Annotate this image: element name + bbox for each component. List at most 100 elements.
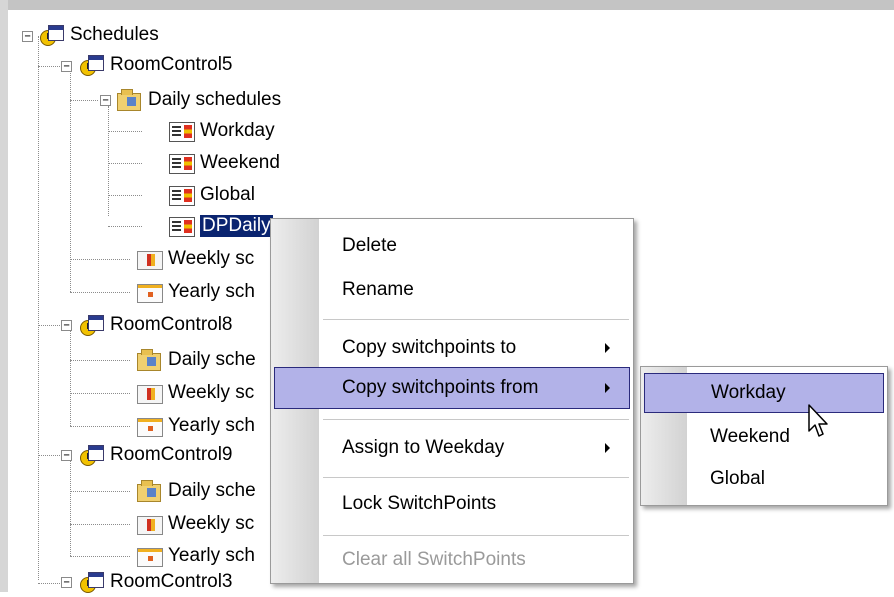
tree-item-roomcontrol3[interactable]: RoomControl3 bbox=[78, 567, 233, 597]
mouse-pointer-icon bbox=[808, 404, 828, 437]
tree-item-roomcontrol8[interactable]: RoomControl8 bbox=[78, 310, 233, 340]
menu-item-label: Copy switchpoints from bbox=[342, 377, 539, 398]
tree-line bbox=[70, 100, 71, 292]
menu-item-label: Clear all SwitchPoints bbox=[342, 549, 526, 570]
tree-line bbox=[108, 131, 142, 132]
menu-item-label: Delete bbox=[342, 235, 397, 256]
tree-line bbox=[108, 226, 142, 227]
menu-item-assign-to-weekday[interactable]: Assign to Weekday bbox=[274, 429, 630, 467]
tree-item-label: Daily sche bbox=[168, 349, 256, 370]
tree-item-weekly-schedules[interactable]: Weekly sc bbox=[136, 244, 254, 274]
schedule-clock-icon bbox=[78, 314, 104, 336]
window-top-border bbox=[0, 0, 894, 10]
tree-item-label: Weekly sc bbox=[168, 513, 255, 534]
schedule-clock-icon bbox=[78, 571, 104, 593]
tree-line bbox=[70, 292, 130, 293]
tree-item-schedules[interactable]: Schedules bbox=[38, 20, 159, 50]
menu-item-rename[interactable]: Rename bbox=[274, 271, 630, 309]
tree-item-label: RoomControl9 bbox=[110, 444, 233, 465]
tree-item-label: Daily schedules bbox=[148, 89, 282, 110]
daily-folder-icon bbox=[116, 89, 142, 111]
expander-roomcontrol8[interactable]: − bbox=[61, 320, 72, 331]
schedule-clock-icon bbox=[78, 54, 104, 76]
tree-item-yearly-schedules[interactable]: Yearly sch bbox=[136, 277, 255, 307]
tree-line bbox=[70, 491, 130, 492]
weekly-schedule-icon bbox=[136, 382, 163, 404]
menu-item-label: Copy switchpoints to bbox=[342, 337, 517, 358]
expander-roomcontrol5[interactable]: − bbox=[61, 61, 72, 72]
daily-folder-icon bbox=[136, 349, 162, 371]
expander-schedules[interactable]: − bbox=[22, 31, 33, 42]
tree-item-label: RoomControl3 bbox=[110, 571, 233, 592]
tree-line bbox=[38, 455, 60, 456]
tree-item-weekend[interactable]: Weekend bbox=[168, 148, 280, 178]
tree-line bbox=[70, 524, 130, 525]
schedule-clock-icon bbox=[78, 444, 104, 466]
tree-line bbox=[108, 195, 142, 196]
submenu-arrow-icon bbox=[605, 443, 610, 453]
tree-item-label: RoomControl5 bbox=[110, 54, 233, 75]
tree-item-label: Workday bbox=[200, 120, 275, 141]
expander-roomcontrol3[interactable]: − bbox=[61, 577, 72, 588]
tree-item-dpdaily[interactable]: DPDaily bbox=[168, 211, 274, 241]
yearly-schedule-icon bbox=[136, 415, 163, 437]
daily-folder-icon bbox=[136, 480, 162, 502]
daily-schedule-icon bbox=[168, 215, 195, 237]
tree-line bbox=[70, 70, 71, 100]
daily-schedule-icon bbox=[168, 152, 195, 174]
tree-line bbox=[70, 556, 130, 557]
tree-line bbox=[70, 393, 130, 394]
menu-item-copy-switchpoints-to[interactable]: Copy switchpoints to bbox=[274, 329, 630, 367]
menu-item-lock-switchpoints[interactable]: Lock SwitchPoints bbox=[274, 485, 630, 523]
tree-item-label: Schedules bbox=[70, 24, 159, 45]
tree-item-label: Weekly sc bbox=[168, 382, 255, 403]
tree-item-label-selected: DPDaily bbox=[199, 214, 274, 238]
submenu-arrow-icon bbox=[605, 383, 610, 393]
menu-item-copy-switchpoints-from[interactable]: Copy switchpoints from bbox=[274, 367, 630, 409]
menu-item-label: Global bbox=[710, 468, 765, 489]
tree-line bbox=[70, 460, 71, 556]
tree-item-yearly-schedules[interactable]: Yearly sch bbox=[136, 411, 255, 441]
tree-item-daily-schedules[interactable]: Daily sche bbox=[136, 476, 256, 506]
tree-item-label: RoomControl8 bbox=[110, 314, 233, 335]
submenu-item-weekend[interactable]: Weekend bbox=[644, 417, 884, 457]
tree-item-workday[interactable]: Workday bbox=[168, 116, 275, 146]
tree-line bbox=[38, 66, 60, 67]
weekly-schedule-icon bbox=[136, 248, 163, 270]
daily-schedule-icon bbox=[168, 184, 195, 206]
submenu-item-workday[interactable]: Workday bbox=[644, 373, 884, 413]
yearly-schedule-icon bbox=[136, 281, 163, 303]
tree-item-roomcontrol9[interactable]: RoomControl9 bbox=[78, 440, 233, 470]
submenu-item-global[interactable]: Global bbox=[644, 459, 884, 499]
menu-item-clear-all-switchpoints: Clear all SwitchPoints bbox=[274, 541, 630, 579]
tree-item-weekly-schedules[interactable]: Weekly sc bbox=[136, 509, 254, 539]
tree-line bbox=[70, 259, 130, 260]
tree-item-global[interactable]: Global bbox=[168, 180, 255, 210]
expander-roomcontrol9[interactable]: − bbox=[61, 450, 72, 461]
tree-item-label: Yearly sch bbox=[168, 545, 255, 566]
submenu-arrow-icon bbox=[605, 343, 610, 353]
yearly-schedule-icon bbox=[136, 545, 163, 567]
tree-line bbox=[70, 426, 130, 427]
menu-item-label: Weekend bbox=[710, 426, 790, 447]
context-menu: Delete Rename Copy switchpoints to Copy … bbox=[270, 218, 634, 584]
tree-item-label: Weekly sc bbox=[168, 248, 255, 269]
schedule-clock-icon bbox=[38, 24, 64, 46]
menu-separator bbox=[323, 419, 629, 420]
tree-line bbox=[108, 163, 142, 164]
tree-item-weekly-schedules[interactable]: Weekly sc bbox=[136, 378, 254, 408]
tree-line bbox=[108, 106, 109, 216]
tree-line bbox=[38, 325, 60, 326]
tree-item-label: Daily sche bbox=[168, 480, 256, 501]
tree-item-roomcontrol5[interactable]: RoomControl5 bbox=[78, 50, 233, 80]
tree-item-daily-schedules[interactable]: Daily sche bbox=[136, 345, 256, 375]
tree-line bbox=[38, 583, 60, 584]
menu-item-delete[interactable]: Delete bbox=[274, 227, 630, 265]
tree-item-daily-schedules[interactable]: Daily schedules bbox=[116, 85, 281, 115]
daily-schedule-icon bbox=[168, 120, 195, 142]
expander-daily-schedules[interactable]: − bbox=[100, 95, 111, 106]
menu-separator bbox=[323, 535, 629, 536]
copy-from-submenu: Workday Weekend Global bbox=[640, 366, 888, 506]
menu-separator bbox=[323, 477, 629, 478]
tree-line bbox=[70, 330, 71, 426]
